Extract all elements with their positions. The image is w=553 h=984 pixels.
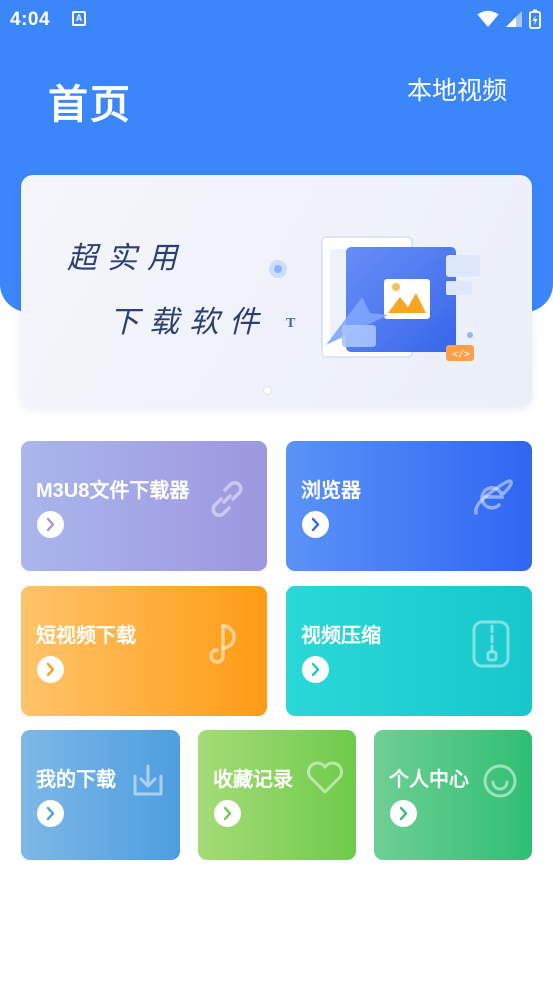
tile-short-video-download[interactable]: 短视频下载: [21, 586, 267, 716]
tile-favorites[interactable]: 收藏记录: [198, 730, 356, 860]
banner-carousel[interactable]: 超实用 下载软件 T </>: [21, 175, 532, 407]
status-time: 4:04: [10, 9, 51, 30]
tile-label: 视频压缩: [301, 625, 381, 647]
heart-icon: [307, 761, 343, 794]
tile-label: 个人中心: [389, 769, 469, 791]
download-illustration-icon: T </>: [269, 236, 480, 361]
banner-headline: 超实用: [67, 241, 187, 276]
tile-label: 收藏记录: [213, 769, 293, 791]
browser-e-icon: [474, 479, 513, 515]
status-icons: [477, 8, 541, 30]
tile-my-downloads[interactable]: 我的下载: [21, 730, 180, 860]
chevron-right-icon[interactable]: [214, 800, 241, 827]
music-note-icon: [209, 624, 236, 664]
chevron-right-icon[interactable]: [37, 511, 64, 538]
tile-browser[interactable]: 浏览器: [286, 441, 532, 571]
banner-subheadline: 下载软件: [109, 305, 269, 340]
download-tray-icon: [133, 764, 163, 796]
svg-text:T: T: [286, 316, 296, 331]
tile-label: M3U8文件下载器: [36, 480, 190, 502]
notification-a-icon: A: [72, 11, 86, 26]
chevron-right-icon[interactable]: [302, 656, 329, 683]
tile-label: 我的下载: [36, 769, 116, 791]
battery-charging-icon: [529, 9, 541, 29]
tile-personal-center[interactable]: 个人中心: [374, 730, 532, 860]
link-icon: [211, 481, 243, 517]
tile-m3u8-downloader[interactable]: M3U8文件下载器: [21, 441, 267, 571]
status-bar: 4:04 A: [0, 0, 553, 40]
local-video-button[interactable]: 本地视频: [407, 71, 507, 107]
tile-label: 短视频下载: [36, 625, 136, 647]
chevron-right-icon[interactable]: [37, 800, 64, 827]
chevron-right-icon[interactable]: [302, 511, 329, 538]
smiley-icon: [483, 764, 517, 798]
tile-video-compress[interactable]: 视频压缩: [286, 586, 532, 716]
carousel-indicator-dot[interactable]: [264, 387, 271, 394]
wifi-icon: [477, 10, 499, 27]
page-title: 首页: [48, 83, 132, 127]
chevron-right-icon[interactable]: [37, 656, 64, 683]
chevron-right-icon[interactable]: [390, 800, 417, 827]
tile-label: 浏览器: [301, 480, 361, 502]
signal-icon: [506, 11, 522, 27]
compress-file-icon: [472, 620, 510, 668]
svg-text:</>: </>: [452, 349, 470, 360]
